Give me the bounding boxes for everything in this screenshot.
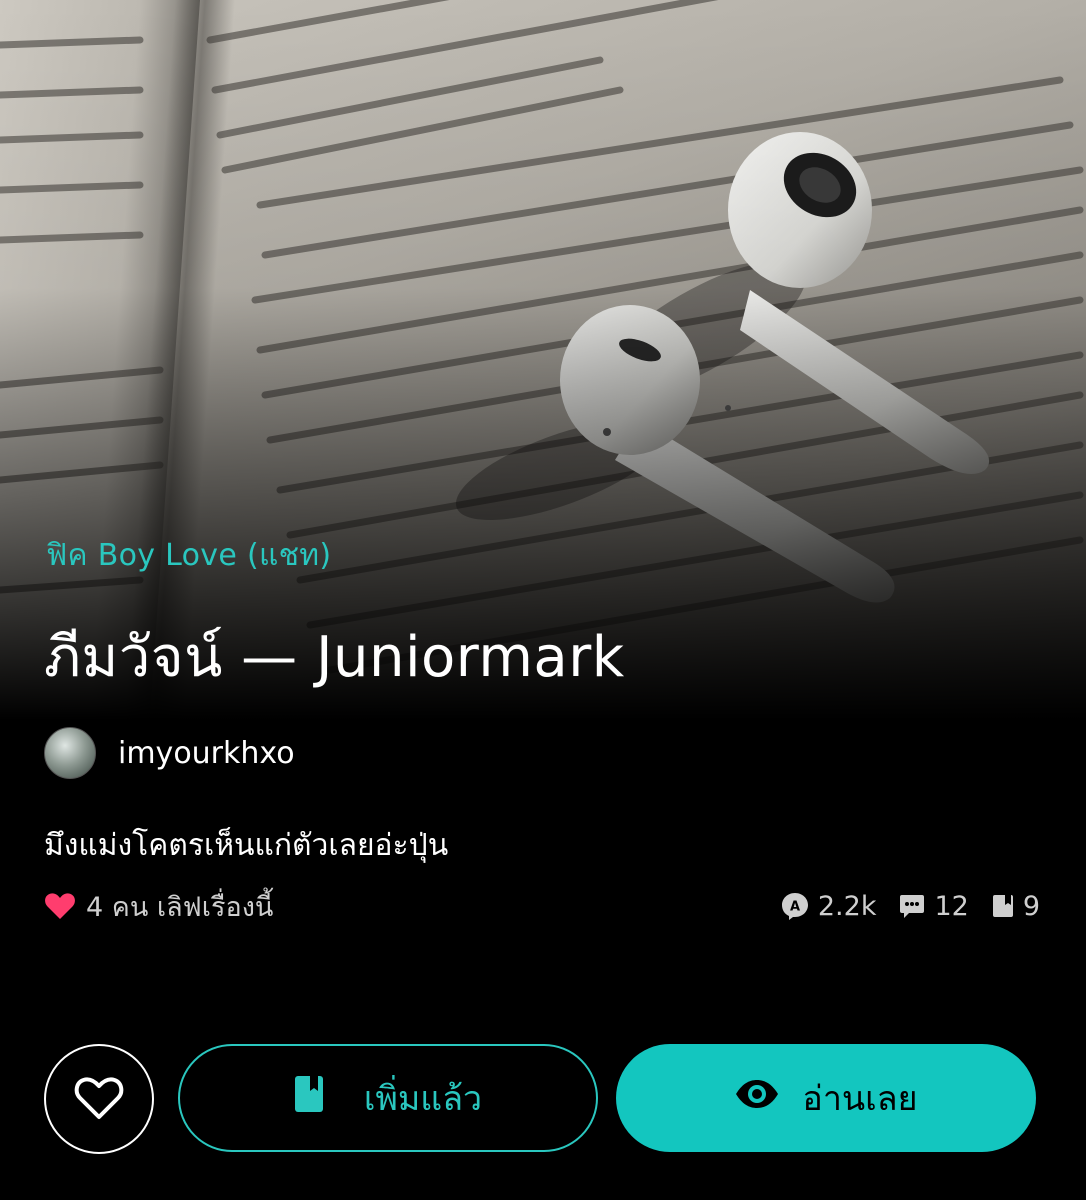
love-count: 4 คน เลิฟเรื่องนี้ xyxy=(44,885,273,928)
love-text: 4 คน เลิฟเรื่องนี้ xyxy=(86,891,274,923)
reads-badge-icon: A xyxy=(780,891,810,921)
eye-icon xyxy=(734,1079,780,1118)
favorite-button[interactable] xyxy=(44,1044,154,1154)
read-now-button[interactable]: อ่านเลย xyxy=(616,1044,1036,1152)
book-icon xyxy=(991,892,1015,920)
added-label: เพิ่มแล้ว xyxy=(363,1079,483,1119)
story-description: มึงแม่งโคตรเห็นแก่ตัวเลยอ่ะปุ่น xyxy=(44,828,449,863)
story-category[interactable]: ฟิค Boy Love (แชท) xyxy=(46,532,331,579)
reads-count: A 2.2k xyxy=(780,890,877,922)
bookmark-icon xyxy=(294,1075,324,1122)
story-counts: A 2.2k 12 9 xyxy=(780,891,1040,922)
author-row[interactable]: imyourkhxo xyxy=(44,727,295,779)
chapters-count: 9 xyxy=(991,891,1040,922)
heart-outline-icon xyxy=(74,1075,124,1124)
comment-icon xyxy=(898,892,926,920)
story-title: ภีมวัจน์ — Juniormark xyxy=(44,625,625,690)
chapters-value: 9 xyxy=(1022,890,1040,922)
comments-value: 12 xyxy=(934,890,969,922)
heart-icon xyxy=(44,892,76,920)
author-name[interactable]: imyourkhxo xyxy=(118,736,295,771)
read-label: อ่านเลย xyxy=(802,1079,918,1119)
author-avatar[interactable] xyxy=(44,727,96,779)
svg-text:A: A xyxy=(790,900,800,915)
stats-row: 4 คน เลิฟเรื่องนี้ A 2.2k 12 9 xyxy=(44,884,1040,928)
added-to-library-button[interactable]: เพิ่มแล้ว xyxy=(178,1044,598,1152)
comments-count: 12 xyxy=(898,890,969,922)
reads-value: 2.2k xyxy=(817,890,877,922)
